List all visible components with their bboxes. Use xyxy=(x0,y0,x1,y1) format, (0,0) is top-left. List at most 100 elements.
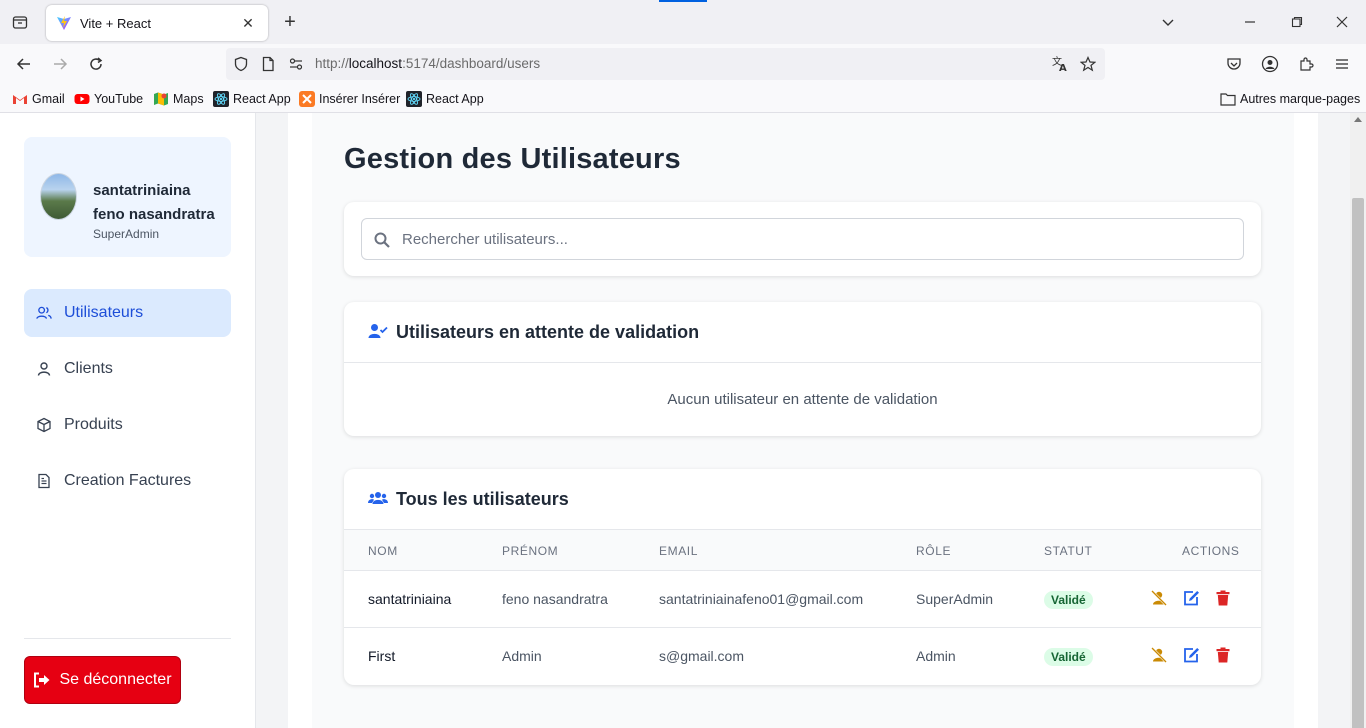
list-all-tabs-icon[interactable] xyxy=(1156,10,1180,34)
box-icon xyxy=(36,417,52,433)
bookmark-maps[interactable]: Maps xyxy=(153,90,204,108)
cell-email: s@gmail.com xyxy=(659,648,745,664)
sidebar: santatriniaina feno nasandratra SuperAdm… xyxy=(0,113,256,728)
page-scrollbar[interactable] xyxy=(1350,113,1366,728)
menu-icon[interactable] xyxy=(1330,52,1354,76)
profile-name: santatriniaina feno nasandratra xyxy=(93,182,215,223)
tab-title: Vite + React xyxy=(80,15,151,31)
disable-user-icon[interactable] xyxy=(1150,646,1168,664)
trash-icon[interactable] xyxy=(1214,646,1232,664)
svg-text:A: A xyxy=(1059,63,1067,73)
forward-icon[interactable] xyxy=(48,52,72,76)
page-title: Gestion des Utilisateurs xyxy=(344,143,681,175)
col-statut[interactable]: STATUT xyxy=(1044,544,1092,558)
sidebar-divider xyxy=(24,638,231,639)
profile-role: SuperAdmin xyxy=(93,227,160,241)
sidebar-item-label: Produits xyxy=(64,416,123,433)
pending-users-header: Utilisateurs en attente de validation xyxy=(344,302,1261,363)
profile-card: santatriniaina feno nasandratra SuperAdm… xyxy=(24,137,231,257)
users-group-icon xyxy=(368,490,388,508)
user-icon xyxy=(36,361,52,377)
bookmarks-bar: Gmail YouTube Maps React App Insérer Ins… xyxy=(0,84,1366,113)
cell-prenom: feno nasandratra xyxy=(502,591,608,607)
bookmark-react-app-2[interactable]: React App xyxy=(406,90,484,108)
sidebar-item-clients[interactable]: Clients xyxy=(24,345,231,393)
trash-icon[interactable] xyxy=(1214,589,1232,607)
back-icon[interactable] xyxy=(12,52,36,76)
table-row: santatriniaina feno nasandratra santatri… xyxy=(344,571,1261,628)
all-users-header: Tous les utilisateurs xyxy=(344,469,1261,530)
avatar xyxy=(40,173,77,220)
user-check-icon xyxy=(368,323,388,341)
col-role[interactable]: RÔLE xyxy=(916,544,951,558)
col-nom[interactable]: NOM xyxy=(368,544,398,558)
sidebar-item-produits[interactable]: Produits xyxy=(24,401,231,449)
vite-logo-icon xyxy=(56,15,72,31)
users-icon xyxy=(36,305,52,321)
cell-nom: santatriniaina xyxy=(368,591,452,607)
edit-icon[interactable] xyxy=(1182,646,1200,664)
pocket-icon[interactable] xyxy=(1222,52,1246,76)
bookmark-gmail[interactable]: Gmail xyxy=(12,90,65,108)
col-prenom[interactable]: PRÉNOM xyxy=(502,544,558,558)
col-email[interactable]: EMAIL xyxy=(659,544,698,558)
page-icon[interactable] xyxy=(258,54,278,74)
scroll-up-arrow-icon[interactable] xyxy=(1354,117,1362,122)
sidebar-item-label: Utilisateurs xyxy=(64,304,144,321)
bookmark-react-app-1[interactable]: React App xyxy=(213,90,291,108)
xampp-icon xyxy=(299,91,315,107)
sign-out-icon xyxy=(33,672,51,688)
new-tab-icon[interactable]: + xyxy=(280,11,300,33)
folder-icon xyxy=(1220,91,1236,107)
tab-list-icon[interactable] xyxy=(8,10,32,34)
edit-icon[interactable] xyxy=(1182,589,1200,607)
search-box[interactable] xyxy=(361,218,1244,260)
scrollbar-thumb[interactable] xyxy=(1352,198,1364,728)
minimize-icon[interactable] xyxy=(1238,10,1262,34)
gmail-icon xyxy=(12,91,28,107)
logout-button[interactable]: Se déconnecter xyxy=(24,656,181,704)
main-area: Gestion des Utilisateurs Utilisateurs en… xyxy=(256,113,1350,728)
maps-icon xyxy=(153,91,169,107)
tab-indicator xyxy=(659,0,707,2)
url-bar[interactable]: http://localhost:5174/dashboard/users 文A xyxy=(226,48,1105,80)
shield-icon[interactable] xyxy=(231,54,251,74)
sidebar-item-label: Clients xyxy=(64,360,113,377)
translate-icon[interactable]: 文A xyxy=(1050,54,1070,74)
close-tab-icon[interactable]: ✕ xyxy=(238,15,258,32)
bookmark-youtube[interactable]: YouTube xyxy=(74,90,143,108)
sidebar-item-label: Creation Factures xyxy=(64,472,192,489)
all-users-title: Tous les utilisateurs xyxy=(396,488,569,509)
youtube-icon xyxy=(74,91,90,107)
cell-role: SuperAdmin xyxy=(916,591,994,607)
pending-empty-message: Aucun utilisateur en attente de validati… xyxy=(667,391,938,408)
browser-tab[interactable]: Vite + React ✕ xyxy=(46,5,268,41)
restore-icon[interactable] xyxy=(1285,10,1309,34)
search-input[interactable] xyxy=(402,227,1222,251)
disable-user-icon[interactable] xyxy=(1150,589,1168,607)
browser-tab-bar: Vite + React ✕ + xyxy=(0,0,1366,44)
bookmark-inserer[interactable]: Insérer Insérer xyxy=(299,90,400,108)
other-bookmarks[interactable]: Autres marque-pages xyxy=(1220,90,1360,108)
close-window-icon[interactable] xyxy=(1330,10,1354,34)
cell-nom: First xyxy=(368,648,396,664)
url-text: http://localhost:5174/dashboard/users xyxy=(315,56,541,71)
file-invoice-icon xyxy=(36,473,52,489)
table-row: First Admin s@gmail.com Admin Validé xyxy=(344,628,1261,685)
extensions-icon[interactable] xyxy=(1294,52,1318,76)
col-actions: ACTIONS xyxy=(1182,544,1240,558)
search-card xyxy=(344,202,1261,276)
reload-icon[interactable] xyxy=(84,52,108,76)
status-badge: Validé xyxy=(1044,648,1093,666)
all-users-card: Tous les utilisateurs NOM PRÉNOM EMAIL R… xyxy=(344,469,1261,685)
bookmark-star-icon[interactable] xyxy=(1078,54,1098,74)
sidebar-item-utilisateurs[interactable]: Utilisateurs xyxy=(24,289,231,337)
react-icon xyxy=(213,91,229,107)
content-wrapper: Gestion des Utilisateurs Utilisateurs en… xyxy=(288,113,1318,728)
permissions-icon[interactable] xyxy=(286,54,306,74)
account-icon[interactable] xyxy=(1258,52,1282,76)
sidebar-item-creation-factures[interactable]: Creation Factures xyxy=(24,457,231,505)
users-table-header: NOM PRÉNOM EMAIL RÔLE STATUT ACTIONS xyxy=(344,530,1261,571)
pending-users-title: Utilisateurs en attente de validation xyxy=(396,321,700,342)
content-panel: Gestion des Utilisateurs Utilisateurs en… xyxy=(312,113,1294,728)
